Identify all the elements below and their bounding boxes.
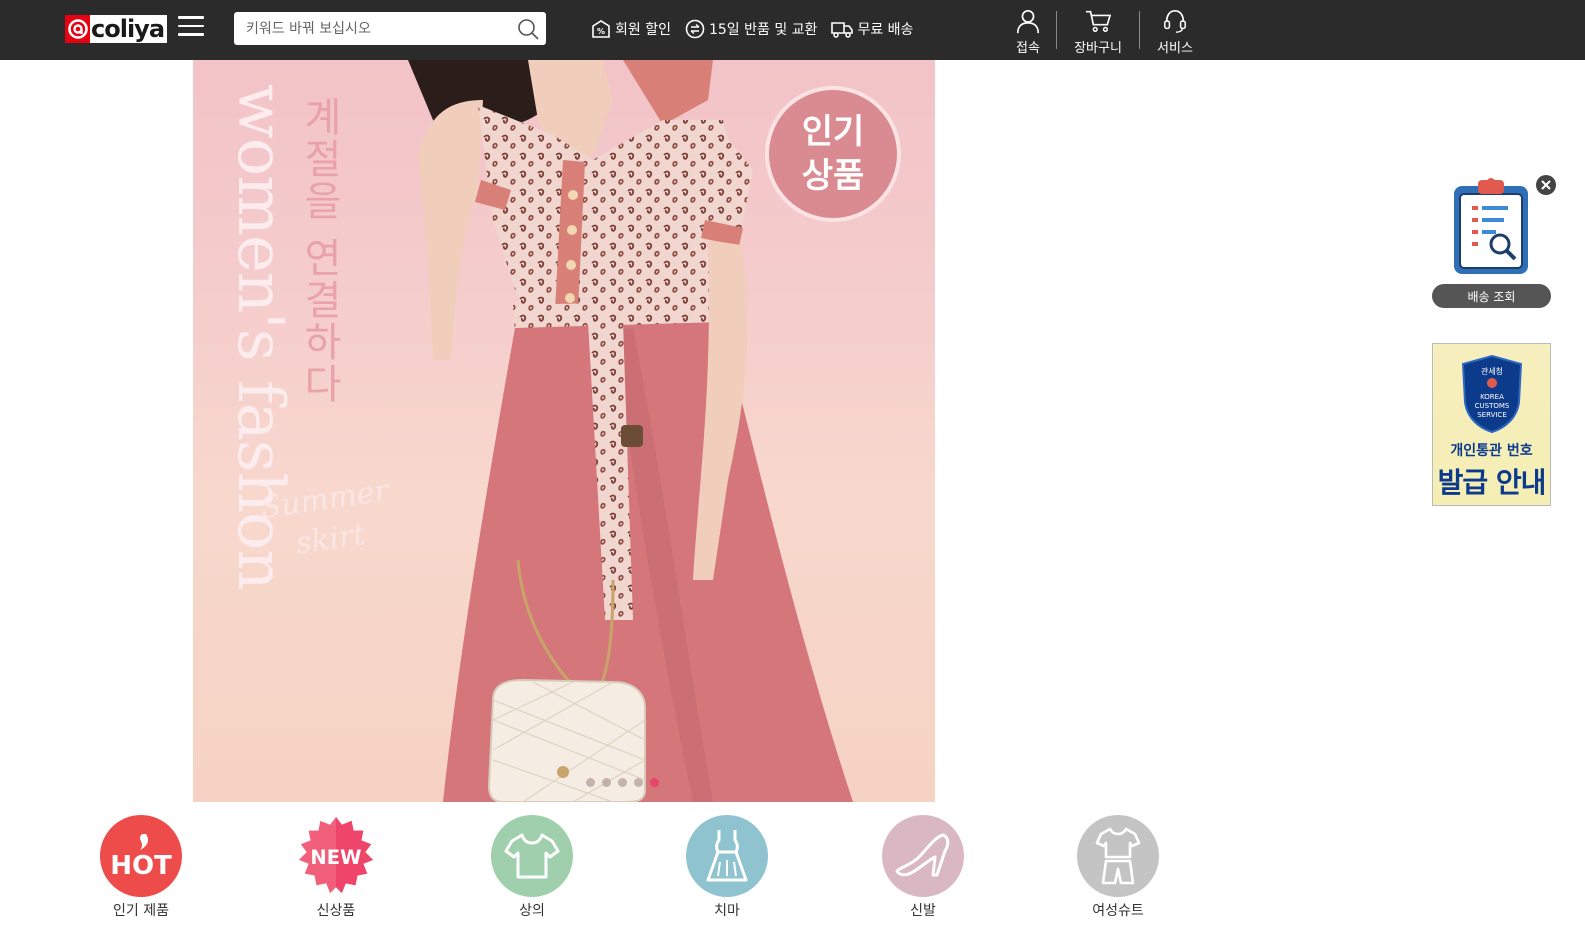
free-shipping-icon [831, 22, 854, 38]
svg-text:%: % [597, 27, 605, 36]
category-label: 치마 [714, 903, 740, 919]
slide-dot-2[interactable] [602, 778, 611, 787]
shopping-cart-icon [1085, 10, 1112, 32]
slide-dot-4[interactable] [634, 778, 643, 787]
category-label: 인기 제품 [113, 903, 169, 919]
perk-return-exchange[interactable]: 15일 반품 및 교환 [684, 18, 817, 40]
badge-line: 인기 [801, 112, 865, 152]
customs-subtitle: 발급 안내 [1437, 466, 1547, 499]
slide-dot-3[interactable] [618, 778, 627, 787]
perk-free-shipping[interactable]: 무료 배송 [830, 18, 913, 40]
header-nav: 접속 장바구니 서비스 [1000, 6, 1210, 56]
customs-title: 개인통관 번호 [1450, 443, 1533, 459]
category-hot[interactable]: HOT 인기 제품 [81, 815, 201, 920]
cart-label: 장바구니 [1074, 41, 1122, 56]
slide-dot-1[interactable] [586, 778, 595, 787]
svg-text:HOT: HOT [110, 851, 172, 881]
category-label: 신발 [910, 903, 936, 919]
perk-member-discount[interactable]: % 회원 할인 [590, 18, 671, 40]
perk-label: 15일 반품 및 교환 [708, 22, 818, 38]
category-label: 신상품 [316, 903, 356, 919]
top-header: coliya % 회원 할인 15일 반품 및 교환 [0, 0, 1585, 60]
popular-badge: 인기 상품 [765, 86, 901, 222]
slide-dot-5[interactable] [650, 778, 659, 787]
cart-button[interactable]: 장바구니 [1057, 6, 1139, 56]
perk-label: 무료 배송 [857, 22, 914, 38]
login-label: 접속 [1016, 41, 1040, 56]
dress-icon [686, 815, 768, 897]
category-tops[interactable]: 상의 [472, 815, 592, 920]
customs-seal-text: SERVICE [1477, 411, 1507, 419]
headset-icon [1164, 9, 1186, 33]
login-button[interactable]: 접속 [1000, 6, 1056, 56]
badge-line: 상품 [801, 156, 865, 196]
korea-customs-shield-icon: 관세청 KOREA CUSTOMS SERVICE [1461, 354, 1523, 434]
category-bar: HOT 인기 제품 NEW 신상품 상의 치마 신발 여성슈트 [0, 815, 1585, 925]
customs-clearance-banner[interactable]: 관세청 KOREA CUSTOMS SERVICE 개인통관 번호 발급 안내 [1432, 343, 1551, 506]
category-label: 상의 [519, 903, 545, 919]
delivery-tracking-button[interactable]: 배송 조회 [1432, 284, 1551, 308]
category-skirts[interactable]: 치마 [667, 815, 787, 920]
user-icon [1016, 9, 1040, 34]
coliya-logo[interactable]: coliya [65, 15, 168, 43]
search-bar [234, 12, 546, 45]
category-shoes[interactable]: 신발 [863, 815, 983, 920]
logo-swirl-icon [67, 19, 88, 39]
svg-text:NEW: NEW [310, 846, 361, 869]
service-label: 서비스 [1157, 41, 1193, 56]
hero-banner[interactable]: women's fashon 계절을 연결하다 Summer skirt 인기 … [193, 60, 935, 802]
new-icon: NEW [295, 815, 377, 897]
category-label: 여성슈트 [1092, 903, 1144, 919]
hot-icon: HOT [100, 815, 182, 897]
close-icon[interactable] [1536, 175, 1556, 195]
slide-indicator [586, 778, 666, 787]
perk-label: 회원 할인 [615, 22, 671, 38]
member-discount-icon: % [592, 20, 610, 38]
category-suits[interactable]: 여성슈트 [1058, 815, 1178, 920]
tshirt-icon [491, 815, 573, 897]
heel-shoe-icon [882, 815, 964, 897]
hamburger-menu-icon[interactable] [178, 16, 204, 38]
return-exchange-icon [685, 19, 705, 39]
service-button[interactable]: 서비스 [1140, 6, 1210, 56]
category-new[interactable]: NEW 신상품 [276, 815, 396, 920]
customs-seal-text: CUSTOMS [1475, 402, 1510, 410]
delivery-tracking-icon[interactable] [1452, 176, 1532, 276]
banner-korean-text: 계절을 연결하다 [296, 96, 342, 405]
customs-seal-text: KOREA [1480, 393, 1504, 401]
logo-mark [65, 15, 90, 43]
search-icon[interactable] [516, 17, 540, 41]
service-perks: % 회원 할인 15일 반품 및 교환 무료 배송 [590, 14, 926, 44]
logo-text: coliya [91, 15, 165, 43]
customs-seal-text: 관세청 [1481, 366, 1503, 376]
suit-icon [1077, 815, 1159, 897]
search-input[interactable] [234, 12, 504, 45]
